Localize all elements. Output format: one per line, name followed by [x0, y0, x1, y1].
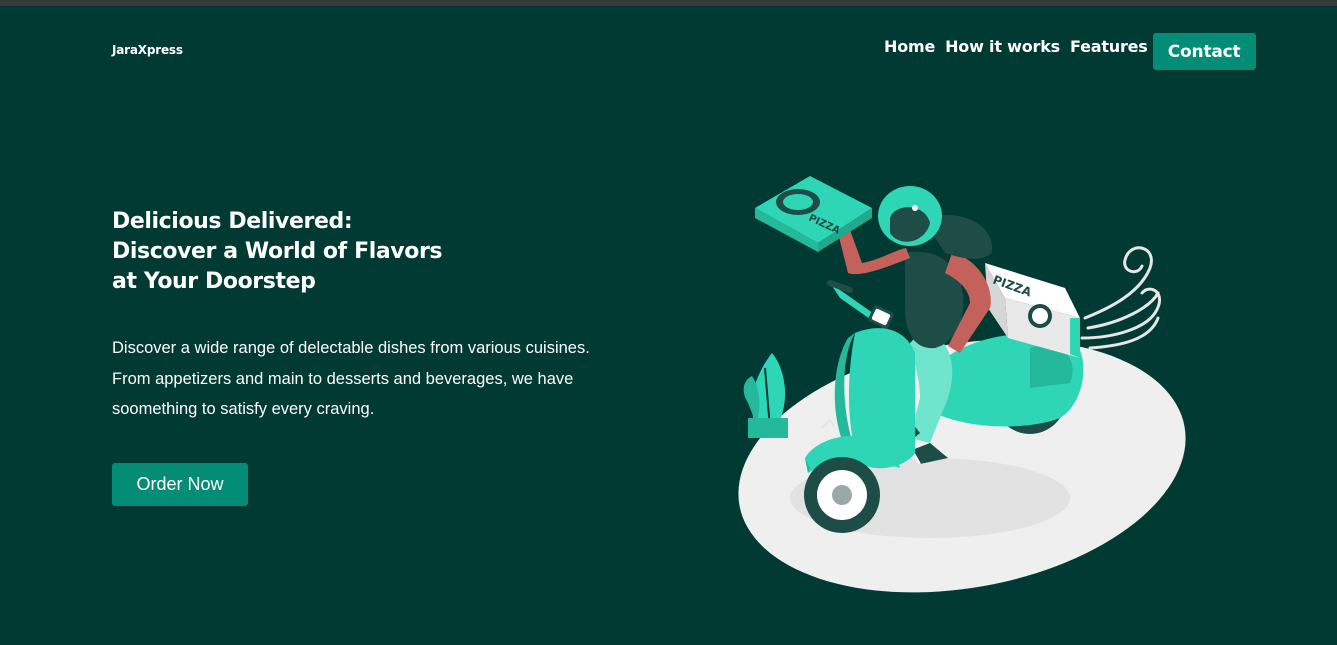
hero-title-line: Discover a World of Flavors: [112, 239, 443, 264]
hero-description-line: From appetizers and main to desserts and…: [112, 369, 574, 388]
nav-home-link[interactable]: Home: [884, 38, 935, 56]
pizza-box: PIZZA: [755, 176, 872, 252]
hero-description: Discover a wide range of delectable dish…: [112, 333, 657, 425]
hero-description-line: soomething to satisfy every craving.: [112, 400, 375, 418]
hero-title: Delicious Delivered: Discover a World of…: [112, 207, 472, 297]
hero-description-line: Discover a wide range of delectable dish…: [112, 339, 590, 357]
delivery-rider-illustration: PIZZA PIZZA: [738, 176, 1186, 593]
nav-features-link[interactable]: Features: [1070, 38, 1148, 56]
hero-title-line: Delicious Delivered:: [112, 209, 353, 234]
wind-swirl-icon: [1080, 246, 1162, 350]
landing-page: JaraXpress Home How it works Features Co…: [0, 0, 1337, 645]
plant-icon: [743, 353, 788, 438]
nav-how-it-works-link[interactable]: How it works: [945, 38, 1060, 56]
contact-button[interactable]: Contact: [1152, 33, 1256, 70]
browser-top-edge: [0, 0, 1337, 6]
brand-logo[interactable]: JaraXpress: [112, 43, 183, 57]
order-now-button[interactable]: Order Now: [112, 463, 248, 506]
hero-title-line: at Your Doorstep: [112, 269, 316, 294]
main-nav: Home How it works Features Contact: [884, 33, 1256, 70]
